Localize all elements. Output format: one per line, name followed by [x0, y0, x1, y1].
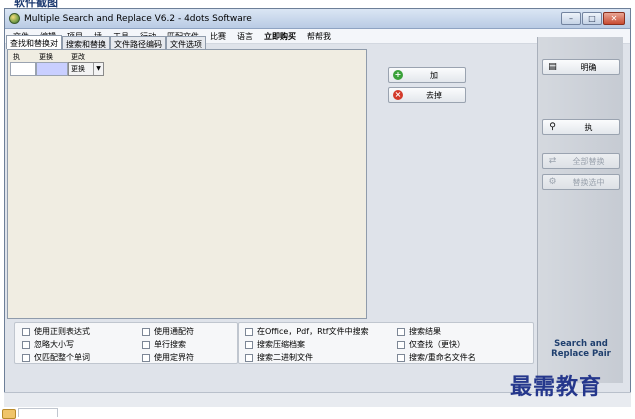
option-use-regex[interactable]: 使用正则表达式	[22, 326, 90, 337]
grid-header-replace: 更换	[39, 53, 53, 61]
checkbox[interactable]	[245, 353, 253, 362]
option-search-office[interactable]: 在Office，Pdf，Rtf文件中搜索	[245, 326, 369, 337]
app-icon	[9, 13, 20, 24]
option-label: 忽略大小写	[34, 340, 74, 349]
option-label: 使用正则表达式	[34, 327, 90, 336]
option-label: 搜索压缩档案	[257, 340, 305, 349]
document-icon: ▤	[548, 62, 557, 72]
checkbox[interactable]	[22, 353, 30, 362]
checkbox[interactable]	[142, 340, 150, 349]
remove-button[interactable]: × 去掉	[388, 87, 466, 103]
option-label: 搜索结果	[409, 327, 441, 336]
minimize-button[interactable]: –	[561, 12, 581, 25]
replace-cell[interactable]	[36, 62, 68, 76]
maximize-button[interactable]: □	[582, 12, 602, 25]
grid-header-change: 更改	[71, 53, 85, 61]
option-rename-filenames[interactable]: 搜索/重命名文件名	[397, 352, 476, 363]
checkbox[interactable]	[397, 340, 405, 349]
menu-buy-now[interactable]: 立即购买	[264, 31, 296, 42]
title-bar[interactable]: Multiple Search and Replace V6.2 - 4dots…	[5, 9, 630, 29]
checkbox[interactable]	[397, 327, 405, 336]
replace-all-button-label: 全部替换	[572, 156, 605, 166]
option-label: 在Office，Pdf，Rtf文件中搜索	[257, 327, 369, 336]
page-header: 软件截图	[0, 0, 635, 9]
table-row: 更换 ▼	[10, 62, 104, 76]
option-search-binary[interactable]: 搜索二进制文件	[245, 352, 313, 363]
close-button[interactable]: ✕	[603, 12, 625, 25]
search-button[interactable]: ⚲ 执	[542, 119, 620, 135]
watermark: 最需教育	[510, 374, 603, 400]
checkbox[interactable]	[22, 340, 30, 349]
replace-selected-button-label: 替换选中	[572, 177, 605, 187]
search-button-label: 执	[584, 122, 593, 132]
brand-line-2: Replace Pair	[551, 349, 611, 359]
checkbox[interactable]	[397, 353, 405, 362]
option-delimiters[interactable]: 使用定界符	[142, 352, 194, 363]
window-title: Multiple Search and Replace V6.2 - 4dots…	[24, 14, 252, 24]
pairs-grid: 执 更换 更改 更换 ▼	[10, 52, 104, 76]
option-label: 使用定界符	[154, 353, 194, 362]
folder-icon	[2, 409, 16, 419]
action-sidebar: ▤ 明确 ⚲ 执 ⇄ 全部替换 ⚙ 替换选中 Search and Replac…	[537, 37, 623, 383]
option-label: 使用通配符	[154, 327, 194, 336]
remove-icon: ×	[393, 90, 403, 100]
option-single-line[interactable]: 单行搜索	[142, 339, 186, 350]
change-select-value: 更换	[71, 65, 85, 73]
option-find-only[interactable]: 仅查找（更快）	[397, 339, 465, 350]
tab-file-path-encoding[interactable]: 文件路径编码	[110, 36, 166, 49]
menu-help[interactable]: 帮帮我	[307, 31, 331, 42]
tab-file-options[interactable]: 文件选项	[166, 36, 206, 49]
option-whole-word[interactable]: 仅匹配整个单词	[22, 352, 90, 363]
checkbox[interactable]	[245, 327, 253, 336]
tab-search-replace[interactable]: 搜索和替换	[62, 36, 110, 49]
pairs-panel: 执 更换 更改 更换 ▼	[7, 49, 367, 319]
replace-selected-button[interactable]: ⚙ 替换选中	[542, 174, 620, 190]
option-label: 搜索二进制文件	[257, 353, 313, 362]
help-button[interactable]: ▤ 明确	[542, 59, 620, 75]
checkbox[interactable]	[142, 327, 150, 336]
find-cell[interactable]	[10, 62, 36, 76]
option-search-archives[interactable]: 搜索压缩档案	[245, 339, 305, 350]
tab-find-replace-pairs[interactable]: 查找和替换对	[6, 35, 62, 49]
option-label: 单行搜索	[154, 340, 186, 349]
menu-contest[interactable]: 比赛	[210, 31, 226, 42]
option-label: 仅匹配整个单词	[34, 353, 90, 362]
search-icon: ⚲	[549, 122, 556, 132]
chevron-down-icon[interactable]: ▼	[93, 63, 103, 75]
help-button-label: 明确	[580, 62, 597, 72]
file-options-group: 在Office，Pdf，Rtf文件中搜索 搜索压缩档案 搜索二进制文件 搜索结果…	[238, 322, 534, 364]
plus-icon: +	[393, 70, 403, 80]
bottom-tab	[18, 408, 58, 417]
menu-language[interactable]: 语言	[237, 31, 253, 42]
add-button[interactable]: + 加	[388, 67, 466, 83]
replace-icon: ⇄	[548, 156, 557, 166]
option-label: 仅查找（更快）	[409, 340, 465, 349]
option-wildcards[interactable]: 使用通配符	[142, 326, 194, 337]
option-label: 搜索/重命名文件名	[409, 353, 476, 362]
checkbox[interactable]	[245, 340, 253, 349]
add-button-label: 加	[430, 70, 438, 80]
option-search-results[interactable]: 搜索结果	[397, 326, 441, 337]
checkbox[interactable]	[142, 353, 150, 362]
tab-strip: 查找和替换对 搜索和替换 文件路径编码 文件选项	[6, 35, 206, 49]
option-ignore-case[interactable]: 忽略大小写	[22, 339, 74, 350]
change-select[interactable]: 更换 ▼	[68, 62, 104, 76]
remove-button-label: 去掉	[426, 90, 442, 100]
replace-all-button[interactable]: ⇄ 全部替换	[542, 153, 620, 169]
brand-line-1: Search and	[554, 339, 608, 349]
checkbox[interactable]	[22, 327, 30, 336]
gear-icon: ⚙	[548, 177, 557, 187]
regex-options-group: 使用正则表达式 忽略大小写 仅匹配整个单词 使用通配符 单行搜索 使用定界符	[14, 322, 238, 364]
grid-header-execute: 执	[13, 53, 20, 61]
brand-label: Search and Replace Pair	[538, 339, 624, 359]
